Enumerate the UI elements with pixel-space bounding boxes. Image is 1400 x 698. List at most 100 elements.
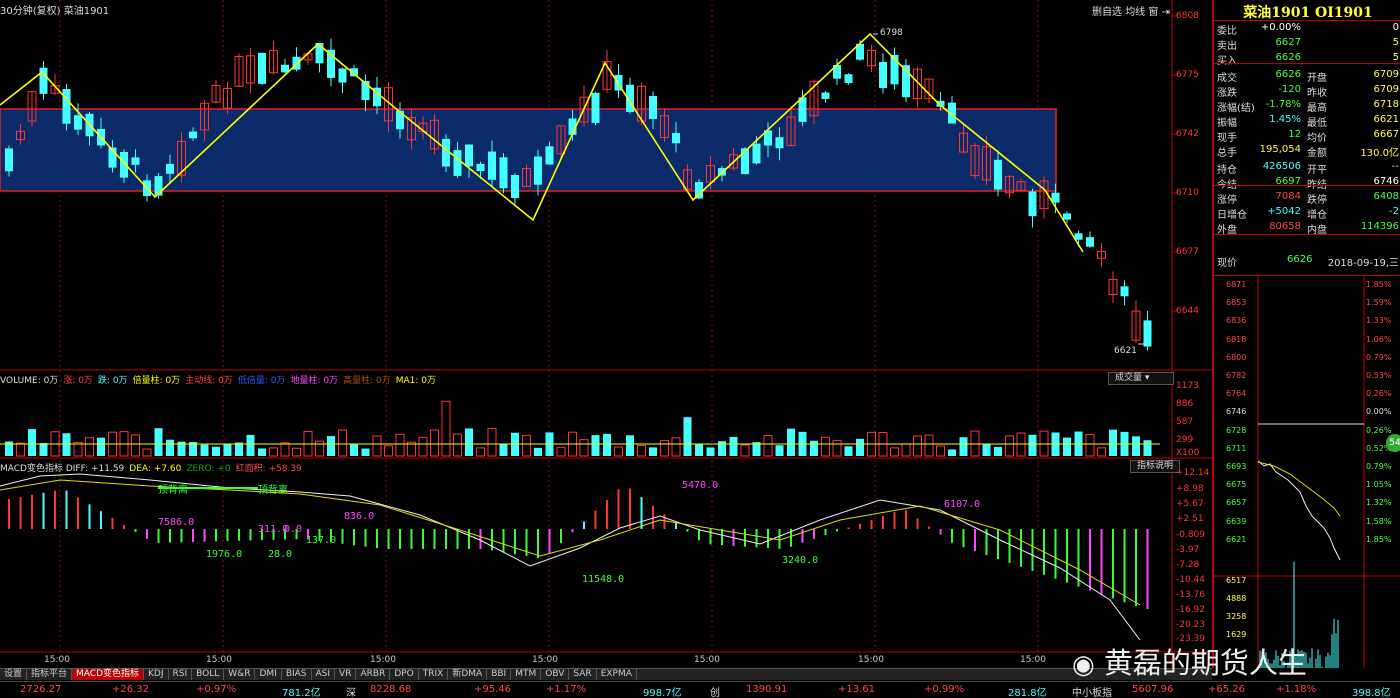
mini-right-tick: 0.79% — [1366, 462, 1392, 471]
tab-1[interactable]: 指标平台 — [27, 669, 73, 680]
time-tick: 15:00 — [858, 655, 884, 665]
tab-4[interactable]: RSI — [169, 669, 193, 680]
window-button[interactable]: 窗 — [1148, 7, 1158, 18]
volume-bar — [706, 447, 715, 456]
mini-left-tick: 3258 — [1226, 612, 1247, 621]
volume-legend-item: MA1: 0万 — [395, 376, 436, 386]
close-icon[interactable]: ⇥ — [1162, 7, 1170, 18]
mini-left-tick: 6693 — [1226, 462, 1247, 471]
status-item: +0.99% — [924, 684, 965, 695]
mini-right-tick: 1.59% — [1366, 298, 1392, 308]
tab-14[interactable]: 新DMA — [448, 669, 488, 680]
status-item: 5607.96 — [1132, 684, 1174, 695]
chart-canvas[interactable] — [0, 0, 1212, 668]
quote-value-2: 6709 — [1373, 69, 1399, 80]
volume-bar — [534, 447, 542, 456]
volume-bar — [16, 442, 25, 457]
candle-body — [752, 143, 761, 164]
quote-value: -1.78% — [1265, 99, 1301, 110]
tab-18[interactable]: SAR — [569, 669, 597, 680]
mini-right-tick: 1.85% — [1366, 534, 1392, 544]
tab-10[interactable]: VR — [335, 669, 357, 680]
volume-bar — [223, 443, 232, 456]
ma-button[interactable]: 均线 — [1125, 7, 1145, 18]
quote-value: +5042 — [1267, 206, 1301, 217]
candle-body — [879, 61, 887, 89]
tab-19[interactable]: EXPMA — [597, 669, 637, 680]
quote-value-2: 5 — [1392, 52, 1399, 63]
status-item: +1.17% — [546, 684, 587, 695]
volume-bar — [603, 433, 611, 456]
status-item: 781.2亿 — [282, 688, 321, 698]
volume-bar — [97, 437, 105, 456]
quote-value-2: -- — [1391, 161, 1399, 172]
volume-bar — [246, 434, 255, 456]
candle-body — [511, 175, 519, 199]
mini-left-tick: 6517 — [1226, 576, 1247, 585]
volume-tick: 886 — [1176, 399, 1194, 409]
tab-12[interactable]: DPO — [390, 669, 419, 680]
mini-left-tick: 6746 — [1226, 407, 1247, 417]
candle-body — [649, 96, 657, 120]
quote-value-2: -2 — [1389, 206, 1399, 217]
volume-legend-item: VOLUME: 0万 — [0, 376, 59, 386]
tab-2[interactable]: MACD变色指标 — [72, 669, 145, 680]
time-tick: 15:00 — [370, 655, 396, 665]
status-item: 398.8亿 — [1352, 688, 1391, 698]
tab-17[interactable]: OBV — [541, 669, 570, 680]
indicator-help-button[interactable]: 指标说明 — [1130, 460, 1181, 473]
volume-bar — [948, 449, 956, 456]
volume-tick: X100 — [1176, 448, 1200, 458]
tab-5[interactable]: BOLL — [192, 669, 225, 680]
volume-bar — [212, 446, 220, 456]
candle-body — [281, 64, 289, 73]
main-chart-panel[interactable] — [0, 0, 1212, 668]
macd-tick: -20.23 — [1176, 620, 1206, 630]
volume-bar — [901, 443, 911, 457]
tab-15[interactable]: BBI — [487, 669, 512, 680]
mini-badge[interactable]: 54 — [1386, 434, 1400, 452]
macd-annotation: 137.0 — [306, 535, 337, 546]
volume-bar — [913, 435, 922, 457]
tab-7[interactable]: DMI — [255, 669, 282, 680]
candle-body — [1143, 320, 1152, 347]
status-item: 深 — [346, 688, 356, 698]
tab-11[interactable]: ARBR — [356, 669, 391, 680]
volume-bar — [1028, 434, 1037, 456]
mini-right-tick: 1.85% — [1366, 280, 1392, 289]
quote-value: 12 — [1288, 129, 1301, 140]
indicator-tabs: 设置 指标平台 MACD变色指标 KDJ RSI BOLL W&R DMI BIAS ASI VR A… — [0, 668, 1212, 680]
tab-13[interactable]: TRIX — [419, 669, 449, 680]
volume-selector[interactable]: 成交量 ▾ — [1108, 372, 1174, 385]
tab-16[interactable]: MTM — [511, 669, 542, 680]
remove-favorite-button[interactable]: 删自选 — [1092, 7, 1122, 18]
volume-bar — [637, 445, 646, 457]
macd-annotation: 3240.0 — [782, 555, 819, 566]
volume-bar — [729, 436, 738, 456]
mini-left-tick: 1629 — [1226, 630, 1247, 639]
macd-legend-item: DEA: +7.60 — [129, 464, 182, 474]
mini-left-tick: 6711 — [1226, 443, 1247, 453]
candle-body — [1120, 286, 1129, 297]
quote-value-2: 0 — [1392, 22, 1399, 33]
quote-label: 今结 — [1217, 176, 1237, 191]
status-item: 创 — [710, 688, 720, 698]
quote-value-2: 6621 — [1373, 114, 1399, 125]
quote-value: +0.00% — [1260, 22, 1301, 33]
tab-6[interactable]: W&R — [224, 669, 256, 680]
quote-row: 委比 +0.00% 0 — [1217, 22, 1399, 37]
quote-value-2: 5 — [1392, 37, 1399, 48]
mini-left-tick: 6836 — [1226, 316, 1247, 326]
volume-bar — [441, 400, 451, 457]
price-tick: 6710 — [1176, 188, 1199, 198]
tab-8[interactable]: BIAS — [282, 669, 312, 680]
tab-3[interactable]: KDJ — [144, 669, 169, 680]
quote-value: 7084 — [1275, 191, 1301, 202]
volume-bar — [1005, 435, 1014, 457]
tab-9[interactable]: ASI — [312, 669, 336, 680]
volume-bar — [936, 445, 945, 457]
candle-body — [74, 115, 82, 130]
candle-body — [39, 67, 48, 94]
tab-0[interactable]: 设置 — [0, 669, 28, 680]
volume-bar — [487, 428, 497, 457]
